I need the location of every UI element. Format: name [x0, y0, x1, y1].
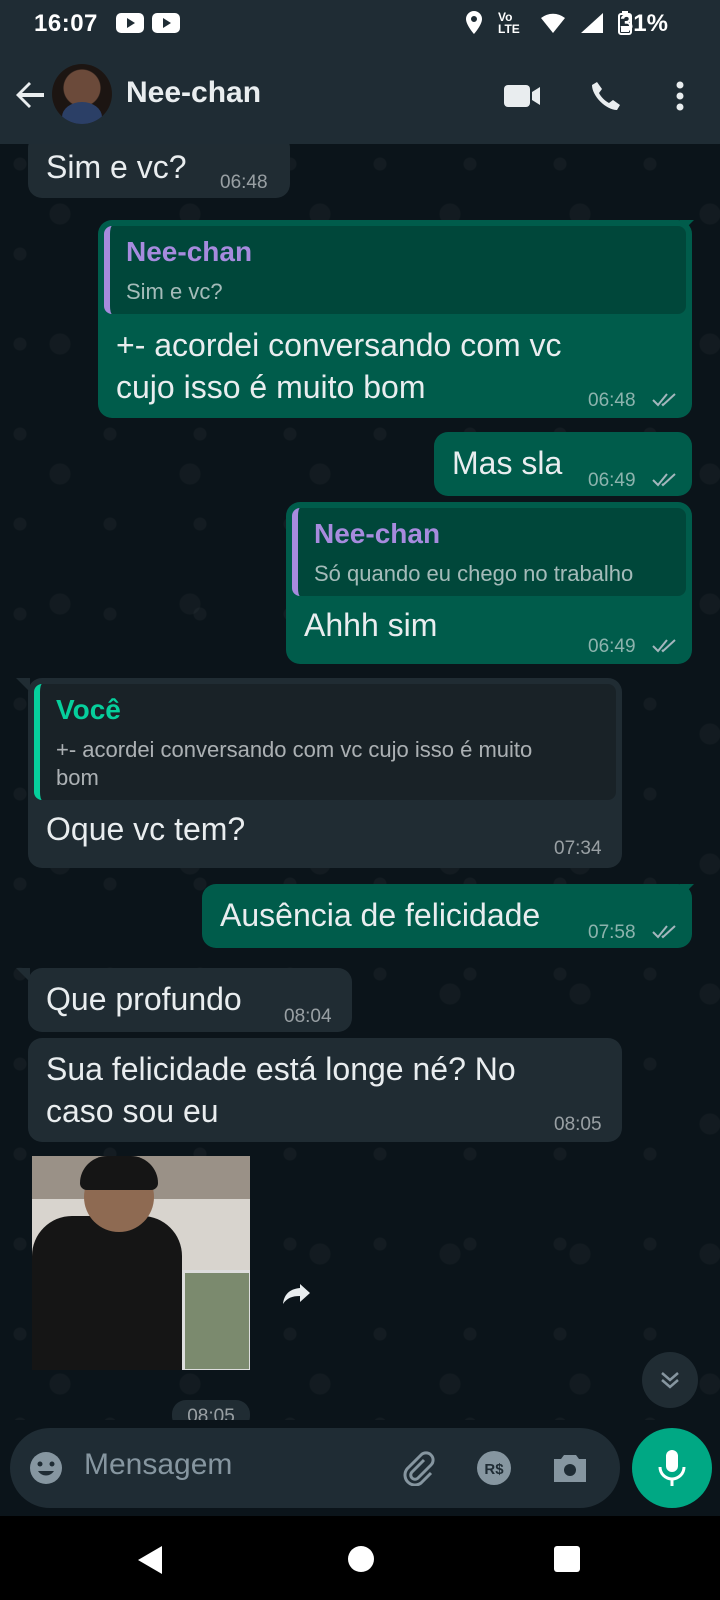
message-outgoing[interactable]: Nee-chan Só quando eu chego no trabalho … [286, 502, 692, 664]
message-time: 08:05 [172, 1400, 250, 1420]
message-time: 08:04 [284, 1006, 332, 1027]
message-text: Sua felicidade está longe né? No [46, 1051, 516, 1087]
quoted-text: Só quando eu chego no trabalho [314, 561, 634, 586]
message-incoming[interactable]: Sua felicidade está longe né? No caso so… [28, 1038, 622, 1142]
chevron-down-icon [661, 1372, 679, 1389]
message-text: Sim e vc? [46, 149, 187, 185]
status-time: 16:07 [34, 10, 98, 37]
chat-area[interactable]: Sim e vc? 06:48 Nee-chan Sim e vc? +- ac… [0, 144, 720, 1420]
message-time: 07:34 [554, 838, 602, 859]
video-call-icon [504, 85, 540, 107]
battery-percent: 31% [619, 10, 668, 37]
quoted-message[interactable]: Nee-chan Só quando eu chego no trabalho [292, 508, 686, 596]
signal-icon [581, 13, 603, 33]
youtube-icon [116, 13, 144, 33]
scroll-to-bottom-button[interactable] [642, 1352, 698, 1408]
wifi-icon [541, 13, 565, 34]
attach-icon [403, 1451, 435, 1486]
message-input-bar[interactable]: Mensagem R$ [10, 1428, 620, 1508]
quoted-text: bom [56, 765, 99, 790]
nav-back-button[interactable] [138, 1546, 162, 1574]
double-check-icon [652, 639, 676, 653]
phone-icon [592, 82, 620, 110]
message-incoming[interactable]: Você +- acordei conversando com vc cujo … [28, 678, 622, 868]
message-time: 06:48 [588, 390, 636, 411]
location-icon [466, 11, 482, 34]
message-text: Oque vc tem? [46, 811, 246, 847]
network-indicator: Vo LTE [498, 10, 520, 36]
message-outgoing[interactable]: Ausência de felicidade 07:58 [202, 884, 692, 948]
quoted-author: Nee-chan [314, 518, 441, 549]
quoted-text: Sim e vc? [126, 279, 223, 304]
more-options-button[interactable] [658, 74, 702, 118]
quoted-author: Você [56, 694, 121, 725]
back-arrow-icon[interactable] [14, 78, 48, 112]
thumbnail-hair [80, 1156, 158, 1190]
quoted-message[interactable]: Nee-chan Sim e vc? [104, 226, 686, 314]
message-text: Que profundo [46, 981, 242, 1017]
message-text: Ausência de felicidade [220, 897, 541, 933]
camera-icon [554, 1455, 586, 1482]
camera-button[interactable] [550, 1448, 590, 1488]
message-time: 08:05 [554, 1114, 602, 1135]
message-time: 06:49 [588, 636, 636, 657]
status-bar: 16:07 Vo LTE 31% [0, 0, 720, 48]
video-thumbnail[interactable] [32, 1156, 250, 1370]
more-vert-icon [676, 81, 684, 111]
quoted-message[interactable]: Você +- acordei conversando com vc cujo … [34, 684, 616, 800]
double-check-icon [652, 925, 676, 939]
payment-button[interactable]: R$ [474, 1448, 514, 1488]
message-input[interactable]: Mensagem [84, 1448, 232, 1482]
chat-header: Nee-chan [0, 48, 720, 144]
video-call-button[interactable] [500, 74, 544, 118]
nav-recents-button[interactable] [554, 1546, 580, 1572]
message-text: cujo isso é muito bom [116, 369, 426, 405]
mic-icon [658, 1450, 686, 1486]
message-text: +- acordei conversando com vc [116, 327, 562, 363]
youtube-icon [152, 13, 180, 33]
emoji-icon [30, 1452, 62, 1484]
double-check-icon [652, 473, 676, 487]
attach-button[interactable] [398, 1448, 438, 1488]
forward-icon[interactable] [276, 1274, 316, 1314]
message-text: Mas sla [452, 445, 563, 481]
voice-call-button[interactable] [584, 74, 628, 118]
message-incoming[interactable]: Sim e vc? 06:48 [28, 144, 290, 198]
nav-home-button[interactable] [348, 1546, 374, 1572]
voice-message-button[interactable] [632, 1428, 712, 1508]
message-time: 07:58 [588, 922, 636, 943]
contact-name[interactable]: Nee-chan [126, 76, 261, 110]
message-time: 06:48 [220, 172, 268, 193]
thumbnail-person [32, 1216, 182, 1370]
emoji-button[interactable] [26, 1448, 66, 1488]
quoted-text: +- acordei conversando com vc cujo isso … [56, 737, 533, 762]
message-incoming[interactable]: Que profundo 08:04 [28, 968, 352, 1032]
payment-icon: R$ [477, 1451, 511, 1485]
thumbnail-window [182, 1270, 250, 1370]
message-text: caso sou eu [46, 1093, 219, 1129]
avatar[interactable] [52, 64, 112, 124]
message-outgoing[interactable]: Mas sla 06:49 [434, 432, 692, 496]
double-check-icon [652, 393, 676, 407]
quoted-author: Nee-chan [126, 236, 253, 267]
message-outgoing[interactable]: Nee-chan Sim e vc? +- acordei conversand… [98, 220, 692, 418]
system-nav-bar [0, 1516, 720, 1600]
message-time: 06:49 [588, 470, 636, 491]
message-text: Ahhh sim [304, 607, 438, 643]
svg-text:R$: R$ [484, 1461, 504, 1478]
